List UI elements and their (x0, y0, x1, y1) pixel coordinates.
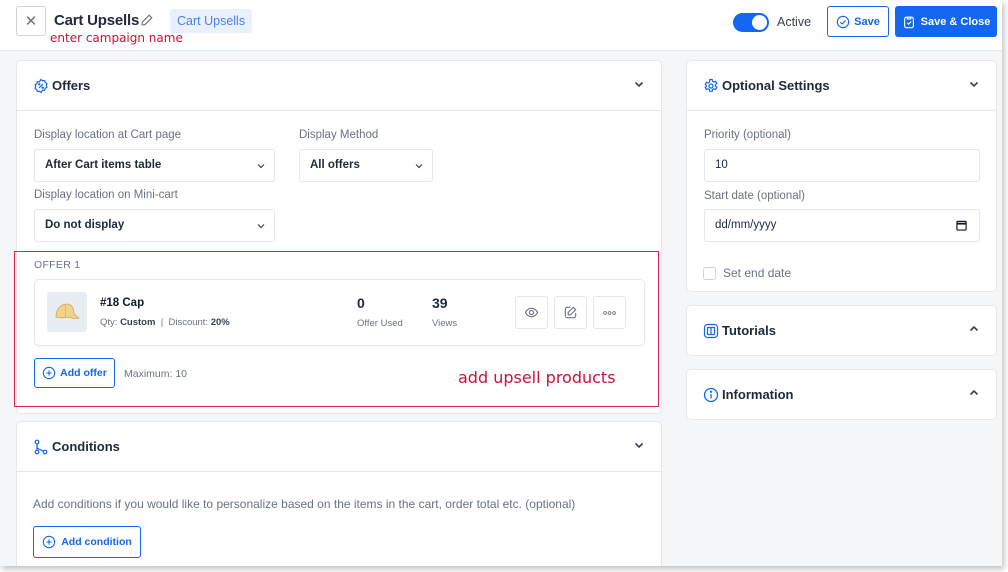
discount-value: 20% (210, 317, 230, 328)
pencil-icon[interactable] (140, 13, 154, 27)
chevron-down-icon[interactable] (968, 78, 980, 90)
display-method-select[interactable]: All offers (299, 149, 433, 182)
qty-label: Qty: (100, 317, 118, 328)
save-close-label: Save & Close (920, 15, 991, 28)
active-label: Active (777, 15, 812, 29)
annotation-campaign-name: enter campaign name (50, 31, 183, 45)
tutorials-header[interactable]: Tutorials (687, 306, 996, 356)
qty-value: Custom (120, 317, 156, 328)
calendar-icon[interactable] (956, 220, 967, 231)
offer-section: OFFER 1 #18 Cap Qty: Custom | Discount: … (14, 251, 659, 407)
maximum-label: Maximum: 10 (124, 368, 188, 380)
annotation-upsell: add upsell products (458, 368, 616, 387)
add-condition-button[interactable]: Add condition (33, 526, 141, 558)
information-title: Information (722, 387, 794, 402)
conditions-card: Conditions Add conditions if you would l… (16, 421, 662, 566)
plus-circle-icon (42, 366, 56, 380)
info-icon (703, 387, 719, 403)
priority-value: 10 (715, 159, 728, 171)
clipboard-check-icon (903, 16, 914, 28)
chevron-down-icon (415, 164, 423, 169)
cap-icon (55, 303, 80, 319)
chevron-down-icon[interactable] (633, 439, 645, 451)
gear-icon (704, 78, 718, 92)
edit-icon (564, 306, 577, 319)
discount-label: Discount: (168, 317, 209, 328)
chevron-down-icon (257, 164, 265, 169)
start-date-input[interactable]: dd/mm/yyyy (704, 209, 980, 242)
tutorials-title: Tutorials (722, 323, 776, 338)
conditions-description: Add conditions if you would like to pers… (33, 497, 576, 511)
page: ✕ Cart Upsells Cart Upsells enter campai… (0, 0, 1002, 566)
add-offer-button[interactable]: Add offer (34, 358, 115, 388)
cart-location-label: Display location at Cart page (34, 129, 182, 141)
offers-title: Offers (52, 78, 91, 93)
priority-input[interactable]: 10 (704, 149, 980, 182)
book-icon (703, 323, 719, 339)
save-and-close-button[interactable]: Save & Close (895, 6, 997, 37)
more-icon (603, 310, 616, 315)
views-label: Views (432, 318, 458, 329)
display-method-label: Display Method (299, 129, 379, 141)
information-card: Information (686, 369, 997, 420)
add-offer-label: Add offer (60, 367, 107, 379)
edit-offer-button[interactable] (554, 296, 587, 329)
optional-settings-title: Optional Settings (722, 78, 830, 93)
campaign-type-badge: Cart Upsells (170, 9, 253, 33)
branch-icon (34, 439, 48, 455)
campaign-title: Cart Upsells (54, 12, 140, 29)
more-options-button[interactable] (593, 296, 626, 329)
set-end-date-label: Set end date (723, 266, 792, 280)
separator: | (160, 317, 164, 328)
product-meta: Qty: Custom | Discount: 20% (100, 317, 230, 328)
minicart-location-value: Do not display (45, 219, 125, 231)
start-date-placeholder: dd/mm/yyyy (715, 219, 777, 231)
optional-settings-header[interactable]: Optional Settings (687, 61, 996, 111)
minicart-location-label: Display location on Mini-cart (34, 189, 178, 201)
chevron-down-icon (257, 224, 265, 229)
set-end-date-checkbox[interactable] (703, 267, 716, 280)
product-thumbnail (47, 292, 87, 332)
optional-settings-card: Optional Settings Priority (optional) 10… (686, 60, 997, 292)
conditions-title: Conditions (52, 439, 120, 454)
tutorials-card: Tutorials (686, 305, 997, 356)
start-date-label: Start date (optional) (704, 190, 806, 202)
information-header[interactable]: Information (687, 370, 996, 420)
close-button[interactable]: ✕ (16, 6, 46, 36)
offer-label: OFFER 1 (34, 259, 81, 271)
chevron-up-icon[interactable] (968, 323, 980, 335)
preview-button[interactable] (515, 296, 548, 329)
offer-used-count: 0 (357, 295, 365, 311)
cart-location-value: After Cart items table (45, 159, 162, 171)
save-button[interactable]: Save (827, 6, 889, 37)
views-count: 39 (432, 295, 448, 311)
save-label: Save (854, 15, 880, 28)
cart-location-select[interactable]: After Cart items table (34, 149, 275, 182)
offer-used-label: Offer Used (357, 318, 403, 329)
product-name: #18 Cap (100, 297, 145, 309)
plus-circle-icon (42, 535, 56, 549)
offer-item: #18 Cap Qty: Custom | Discount: 20% 0 Of… (34, 279, 645, 346)
eye-icon (524, 307, 539, 318)
active-toggle[interactable] (733, 13, 769, 32)
check-circle-icon (836, 15, 850, 28)
minicart-location-select[interactable]: Do not display (34, 209, 275, 242)
offers-header[interactable]: Offers (17, 61, 661, 111)
x-icon: ✕ (24, 13, 38, 30)
top-bar: ✕ Cart Upsells Cart Upsells enter campai… (0, 0, 1002, 51)
display-method-value: All offers (310, 159, 360, 171)
chevron-down-icon[interactable] (633, 78, 645, 90)
chevron-up-icon[interactable] (968, 387, 980, 399)
conditions-header[interactable]: Conditions (17, 422, 661, 472)
priority-label: Priority (optional) (704, 129, 791, 141)
add-condition-label: Add condition (61, 536, 132, 548)
discount-badge-icon (34, 78, 48, 94)
